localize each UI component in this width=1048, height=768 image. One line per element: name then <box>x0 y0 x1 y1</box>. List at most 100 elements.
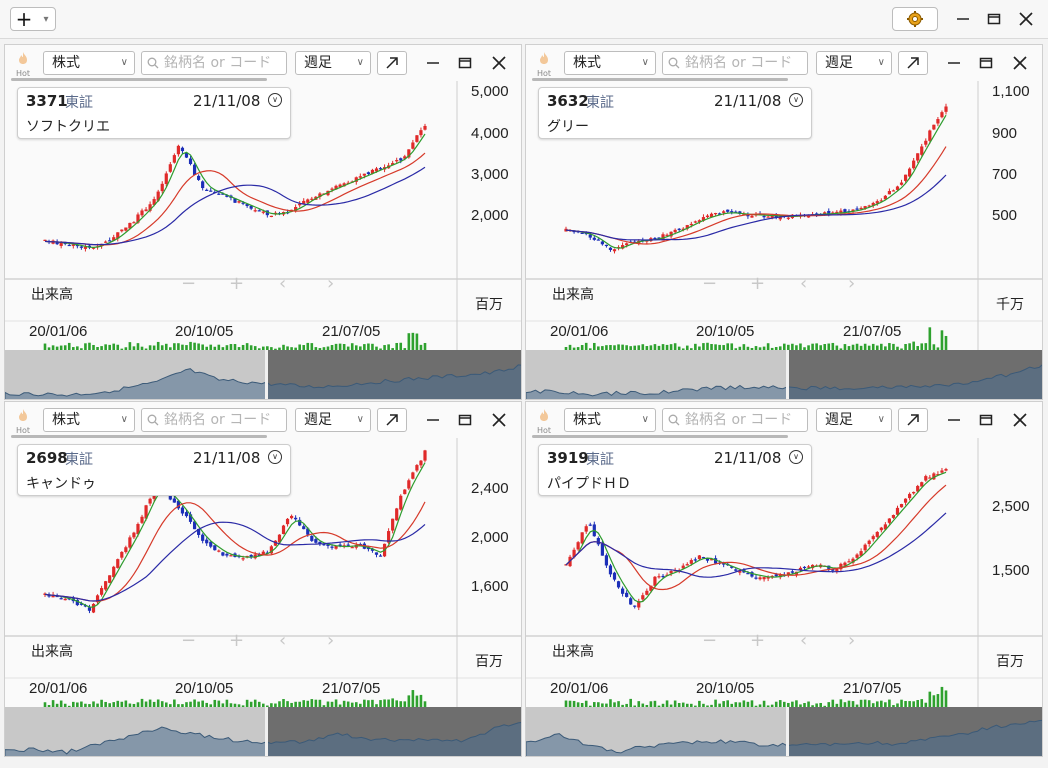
hot-badge[interactable]: Hot <box>13 49 33 78</box>
candle-body <box>916 153 920 161</box>
hot-badge[interactable]: Hot <box>534 406 554 435</box>
candle-body <box>302 526 306 530</box>
market-select[interactable]: 株式 ∨ <box>564 51 656 75</box>
zoom-in-icon[interactable]: + <box>229 630 244 651</box>
overview-chart[interactable] <box>5 350 522 400</box>
chevron-down-icon: ∨ <box>356 57 364 68</box>
volume-bar <box>944 690 948 708</box>
scroll-right-icon[interactable]: › <box>327 273 334 294</box>
y-axis-tick-label: 700 <box>992 166 1018 183</box>
panel-close-button[interactable] <box>487 408 511 432</box>
y-axis-tick-label: 500 <box>992 207 1018 224</box>
panel-maximize-button[interactable] <box>453 408 477 432</box>
volume-label: 出来高 <box>552 644 594 660</box>
panel-maximize-button[interactable] <box>974 51 998 75</box>
panel-close-button[interactable] <box>1008 408 1032 432</box>
ma-short-line <box>44 133 426 249</box>
zoom-in-icon[interactable]: + <box>750 630 765 651</box>
chevron-down-icon[interactable]: ∨ <box>268 93 282 107</box>
overview-navigator[interactable] <box>526 707 1043 757</box>
period-select[interactable]: 週足 ∨ <box>816 408 892 432</box>
add-chart-button[interactable]: + ▾ <box>10 7 56 31</box>
symbol-search-input[interactable]: 銘柄名 or コード <box>141 408 287 432</box>
panel-minimize-button[interactable] <box>421 408 445 432</box>
open-external-button[interactable] <box>377 51 407 75</box>
minimize-window-button[interactable] <box>950 7 976 31</box>
candle-body <box>612 249 617 252</box>
zoom-in-icon[interactable]: + <box>229 273 244 294</box>
open-external-button[interactable] <box>898 408 928 432</box>
candle-body <box>395 160 399 162</box>
settings-button[interactable] <box>892 7 938 31</box>
scroll-right-icon[interactable]: › <box>327 630 334 651</box>
period-select[interactable]: 週足 ∨ <box>295 408 371 432</box>
scroll-right-icon[interactable]: › <box>848 273 855 294</box>
scroll-left-icon[interactable]: ‹ <box>800 630 807 651</box>
zoom-out-icon[interactable]: − <box>702 273 717 294</box>
period-select[interactable]: 週足 ∨ <box>295 51 371 75</box>
candle-body <box>855 554 859 558</box>
market-select-value: 株式 <box>52 55 80 71</box>
hot-badge[interactable]: Hot <box>534 49 554 78</box>
candle-body <box>184 512 189 517</box>
zoom-in-icon[interactable]: + <box>750 273 765 294</box>
exchange-label: 東証 <box>586 452 614 468</box>
scroll-left-icon[interactable]: ‹ <box>279 273 286 294</box>
candle-body <box>176 145 181 155</box>
x-axis-tick-label: 20/10/05 <box>175 680 234 697</box>
panel-maximize-button[interactable] <box>453 51 477 75</box>
overview-navigator[interactable] <box>526 350 1043 400</box>
open-external-button[interactable] <box>377 408 407 432</box>
panel-minimize-button[interactable] <box>421 51 445 75</box>
panel-close-button[interactable] <box>487 51 511 75</box>
panel-minimize-button[interactable] <box>942 51 966 75</box>
overview-navigator[interactable] <box>5 707 522 757</box>
panel-close-button[interactable] <box>1008 51 1032 75</box>
zoom-out-icon[interactable]: − <box>181 630 196 651</box>
scroll-left-icon[interactable]: ‹ <box>279 630 286 651</box>
panel-minimize-button[interactable] <box>942 408 966 432</box>
x-axis-tick-label: 20/01/06 <box>29 323 88 340</box>
overview-chart[interactable] <box>526 707 1043 757</box>
panel-maximize-button[interactable] <box>974 408 998 432</box>
market-select[interactable]: 株式 ∨ <box>43 408 135 432</box>
minimize-icon <box>957 18 969 20</box>
flame-icon <box>540 409 548 421</box>
y-axis-tick-label: 1,500 <box>992 562 1030 579</box>
overview-chart[interactable] <box>5 707 522 757</box>
symbol-info-box: 3371 東証 21/11/08 ∨ ソフトクリエ <box>17 87 291 139</box>
symbol-search-input[interactable]: 銘柄名 or コード <box>662 408 808 432</box>
close-window-button[interactable] <box>1013 7 1039 31</box>
scroll-right-icon[interactable]: › <box>848 630 855 651</box>
market-select-value: 株式 <box>52 412 80 428</box>
market-select[interactable]: 株式 ∨ <box>43 51 135 75</box>
volume-label: 出来高 <box>552 287 594 303</box>
symbol-search-input[interactable]: 銘柄名 or コード <box>141 51 287 75</box>
candle-body <box>891 514 896 518</box>
chevron-down-icon[interactable]: ∨ <box>268 450 282 464</box>
candle-body <box>132 532 136 538</box>
candle-body <box>754 577 758 579</box>
period-select[interactable]: 週足 ∨ <box>816 51 892 75</box>
period-select-value: 週足 <box>304 412 332 428</box>
search-placeholder: 銘柄名 or コード <box>164 412 272 428</box>
chevron-down-icon[interactable]: ∨ <box>789 450 803 464</box>
open-external-button[interactable] <box>898 51 928 75</box>
symbol-search-input[interactable]: 銘柄名 or コード <box>662 51 808 75</box>
chevron-down-icon: ∨ <box>877 414 885 425</box>
hot-badge[interactable]: Hot <box>13 406 33 435</box>
hot-label: Hot <box>15 426 31 435</box>
scroll-left-icon[interactable]: ‹ <box>800 273 807 294</box>
zoom-out-icon[interactable]: − <box>702 630 717 651</box>
volume-bar <box>415 333 419 351</box>
candle-body <box>750 215 754 218</box>
overview-navigator[interactable] <box>5 350 522 400</box>
chevron-down-icon[interactable]: ∨ <box>789 93 803 107</box>
hot-label: Hot <box>536 69 552 78</box>
candle-body <box>887 518 892 523</box>
market-select[interactable]: 株式 ∨ <box>564 408 656 432</box>
overview-chart[interactable] <box>526 350 1043 400</box>
zoom-out-icon[interactable]: − <box>181 273 196 294</box>
x-axis-tick-label: 20/10/05 <box>696 323 755 340</box>
maximize-window-button[interactable] <box>981 7 1007 31</box>
